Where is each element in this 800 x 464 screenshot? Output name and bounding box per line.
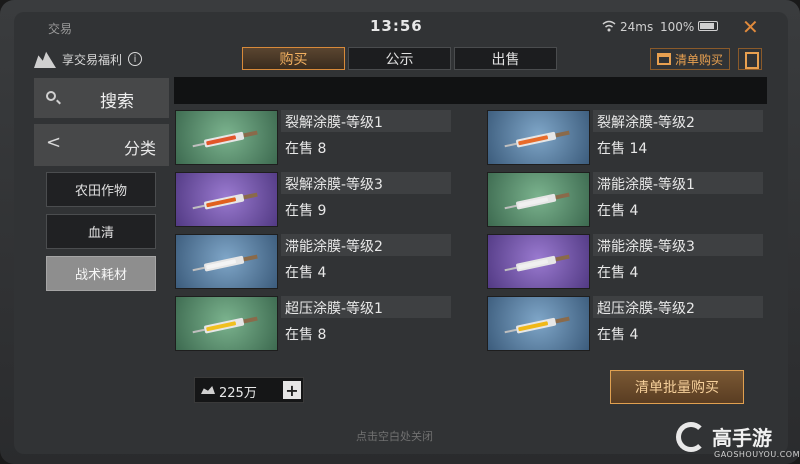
item-thumbnail	[175, 110, 278, 165]
tab-sell[interactable]: 出售	[454, 47, 557, 70]
syringe-icon	[504, 190, 574, 212]
subcategory-crops[interactable]: 农田作物	[46, 172, 156, 207]
perk-label: 享交易福利	[62, 52, 123, 67]
item-name: 裂解涂膜-等级3	[285, 177, 383, 193]
item-thumbnail	[487, 110, 590, 165]
category-toggle[interactable]: < 分类	[34, 124, 169, 166]
item-stock: 在售 8	[285, 141, 327, 157]
list-item[interactable]: 超压涂膜-等级2 在售 4	[487, 296, 767, 354]
item-thumbnail	[487, 172, 590, 227]
watermark: 高手游 GAOSHOUYOU.COM	[676, 420, 800, 464]
item-thumbnail	[175, 172, 278, 227]
item-stock: 在售 9	[285, 203, 327, 219]
list-header	[174, 77, 767, 104]
list-item[interactable]: 超压涂膜-等级1 在售 8	[175, 296, 455, 354]
close-icon[interactable]: ✕	[742, 15, 759, 39]
subcategory-serum[interactable]: 血清	[46, 214, 156, 249]
item-stock: 在售 4	[285, 265, 327, 281]
perk-icon	[34, 51, 56, 68]
list-item[interactable]: 裂解涂膜-等级2 在售 14	[487, 110, 767, 168]
category-label: 分类	[124, 139, 157, 158]
item-stock: 在售 14	[597, 141, 648, 157]
item-name: 滞能涂膜-等级3	[597, 239, 695, 255]
close-hint: 点击空白处关闭	[356, 430, 433, 443]
syringe-icon	[192, 128, 262, 150]
tab-announce[interactable]: 公示	[348, 47, 451, 70]
currency-icon	[201, 386, 215, 394]
item-name: 超压涂膜-等级1	[285, 301, 383, 317]
item-thumbnail	[175, 234, 278, 289]
watermark-domain: GAOSHOUYOU.COM	[714, 450, 800, 459]
clock: 13:56	[370, 17, 423, 35]
list-item[interactable]: 滞能涂膜-等级1 在售 4	[487, 172, 767, 230]
watermark-name: 高手游	[712, 426, 772, 450]
list-item[interactable]: 滞能涂膜-等级2 在售 4	[175, 234, 455, 292]
search-label: 搜索	[100, 92, 134, 112]
syringe-icon	[192, 190, 262, 212]
trade-panel: 交易 13:56 24ms 100% ✕ 享交易福利 i 购买 公示 出售 清单…	[14, 12, 788, 454]
list-purchase-label: 清单购买	[675, 52, 724, 67]
subcategory-tactical[interactable]: 战术耗材	[46, 256, 156, 291]
syringe-icon	[504, 128, 574, 150]
search-button[interactable]: 搜索	[34, 78, 169, 118]
list-item[interactable]: 滞能涂膜-等级3 在售 4	[487, 234, 767, 292]
hierarchy-icon	[657, 53, 671, 65]
item-name: 裂解涂膜-等级1	[285, 115, 383, 131]
app-title: 交易	[48, 22, 73, 36]
watermark-logo-icon	[676, 422, 706, 452]
list-item[interactable]: 裂解涂膜-等级3 在售 9	[175, 172, 455, 230]
network-latency: 24ms	[620, 20, 654, 34]
chevron-left-icon: <	[46, 132, 62, 153]
currency-amount: 225万	[219, 386, 257, 401]
add-currency-button[interactable]: +	[283, 381, 301, 400]
syringe-icon	[504, 314, 574, 336]
list-item[interactable]: 裂解涂膜-等级1 在售 8	[175, 110, 455, 168]
battery-icon	[698, 21, 718, 31]
item-stock: 在售 4	[597, 265, 639, 281]
item-thumbnail	[487, 296, 590, 351]
info-icon[interactable]: i	[128, 52, 143, 66]
item-thumbnail	[175, 296, 278, 351]
item-thumbnail	[487, 234, 590, 289]
tab-buy[interactable]: 购买	[242, 47, 345, 70]
bulk-buy-button[interactable]: 清单批量购买	[610, 370, 744, 404]
syringe-icon	[504, 252, 574, 274]
item-stock: 在售 4	[597, 327, 639, 343]
syringe-icon	[192, 252, 262, 274]
item-stock: 在售 8	[285, 327, 327, 343]
item-name: 裂解涂膜-等级2	[597, 115, 695, 131]
item-stock: 在售 4	[597, 203, 639, 219]
syringe-icon	[192, 314, 262, 336]
trade-tabs: 购买 公示 出售	[242, 47, 557, 70]
list-purchase-button[interactable]: 清单购买	[650, 48, 731, 70]
search-icon	[46, 91, 56, 101]
item-name: 滞能涂膜-等级1	[597, 177, 695, 193]
item-name: 滞能涂膜-等级2	[285, 239, 383, 255]
battery-percent: 100%	[660, 20, 695, 34]
clipboard-icon[interactable]	[738, 48, 762, 70]
item-name: 超压涂膜-等级2	[597, 301, 695, 317]
trade-perk[interactable]: 享交易福利 i	[34, 48, 143, 70]
status-bar: 交易 13:56 24ms 100% ✕	[14, 12, 788, 42]
wifi-icon	[602, 20, 616, 32]
currency-display: 225万 +	[194, 377, 304, 403]
